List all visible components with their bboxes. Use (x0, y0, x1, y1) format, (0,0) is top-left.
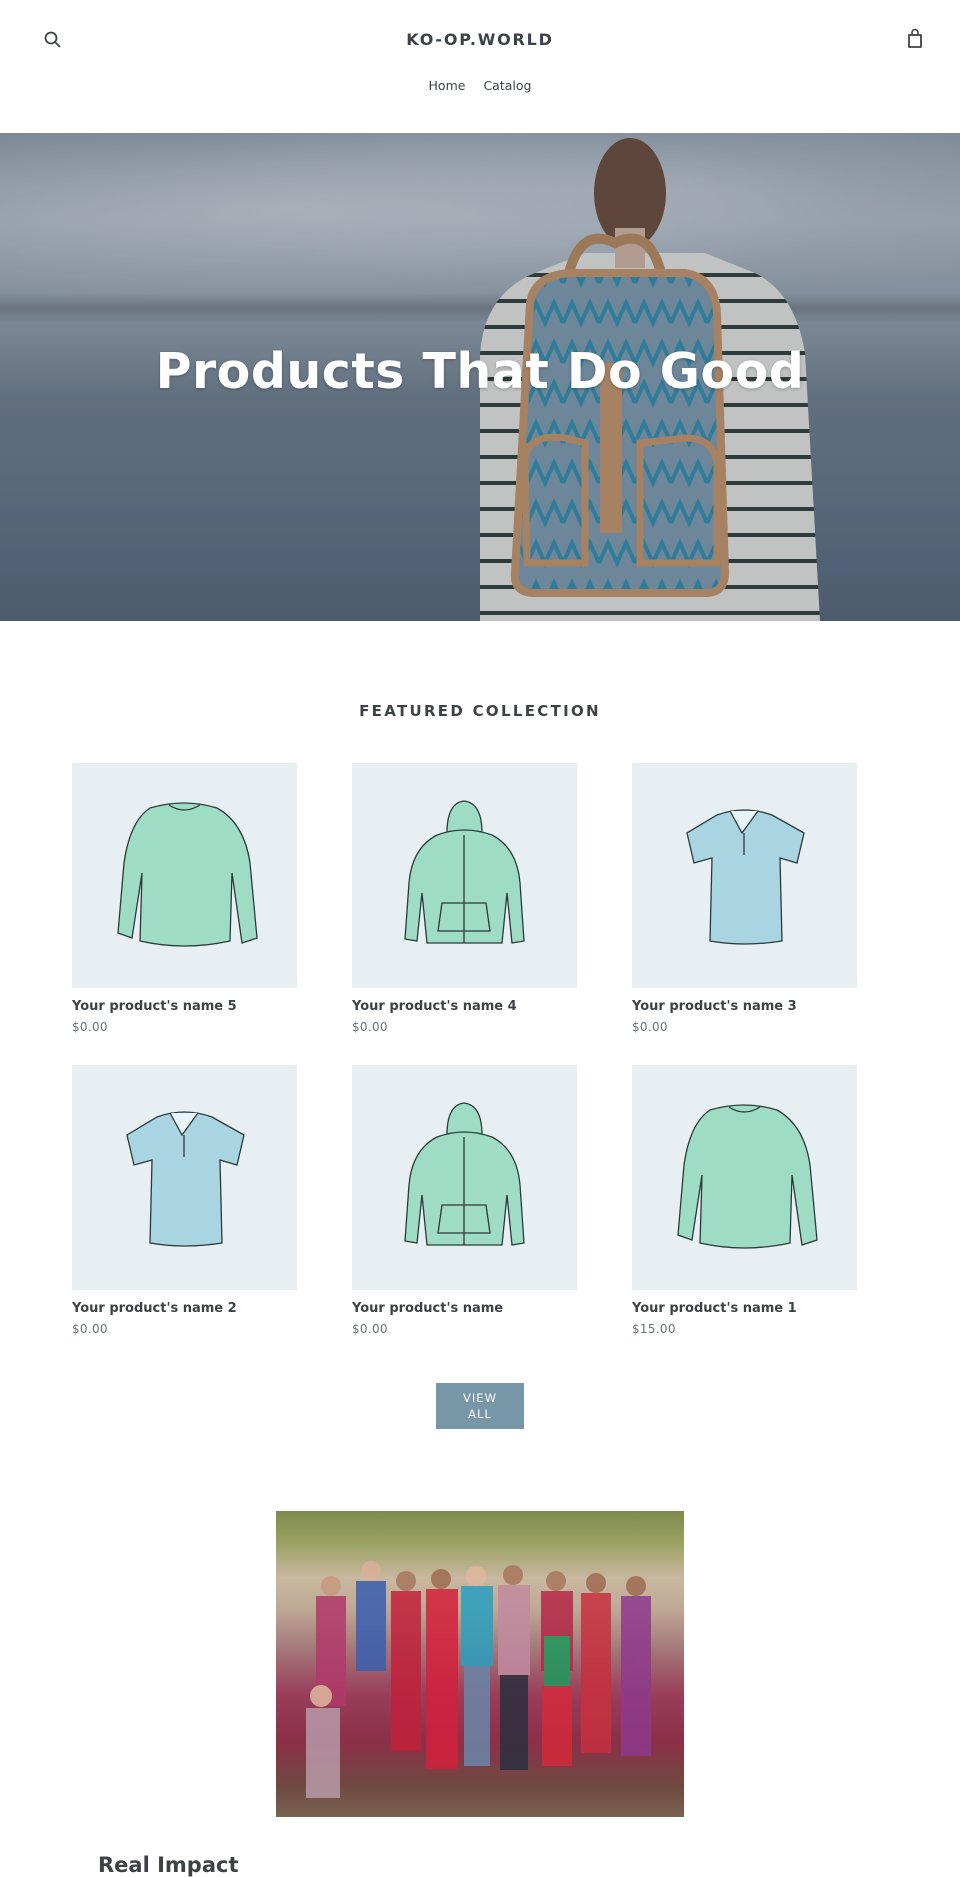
view-all-button[interactable]: VIEW ALL (436, 1383, 524, 1429)
product-image (632, 763, 857, 988)
product-price: $0.00 (72, 1322, 108, 1336)
product-card[interactable]: Your product's name 2 $0.00 (72, 1065, 297, 1336)
product-name[interactable]: Your product's name 3 (632, 999, 857, 1014)
hoodie-illustration (404, 800, 525, 944)
product-card[interactable]: Your product's name 4 $0.00 (352, 763, 577, 1034)
view-all-label-line1: VIEW (463, 1391, 497, 1405)
product-price: $0.00 (352, 1020, 388, 1034)
product-price: $0.00 (72, 1020, 108, 1034)
hero-banner: Products That Do Good (0, 133, 960, 621)
product-price: $15.00 (632, 1322, 676, 1336)
product-image (72, 763, 297, 988)
hoodie-illustration (404, 1102, 525, 1246)
view-all-label-line2: ALL (468, 1407, 492, 1421)
product-name[interactable]: Your product's name 5 (72, 999, 297, 1014)
polo-shirt-illustration (126, 1111, 245, 1247)
long-sleeve-shirt-illustration (677, 1104, 818, 1249)
product-name[interactable]: Your product's name 2 (72, 1301, 297, 1316)
product-name[interactable]: Your product's name (352, 1301, 577, 1316)
product-card[interactable]: Your product's name 5 $0.00 (72, 763, 297, 1034)
product-name[interactable]: Your product's name 1 (632, 1301, 857, 1316)
product-card[interactable]: Your product's name $0.00 (352, 1065, 577, 1336)
featured-collection-title: FEATURED COLLECTION (359, 702, 601, 720)
group-photo-figures (306, 1561, 651, 1798)
product-price: $0.00 (632, 1020, 668, 1034)
product-image (72, 1065, 297, 1290)
nav-home[interactable]: Home (429, 78, 466, 93)
product-image (352, 763, 577, 988)
impact-title: Real Impact (98, 1853, 239, 1877)
main-nav: Home Catalog (0, 78, 960, 93)
cart-button[interactable] (905, 28, 925, 50)
site-logo[interactable]: KO-OP.WORLD (0, 30, 960, 49)
product-image (632, 1065, 857, 1290)
impact-group-photo (276, 1511, 684, 1817)
hero-title: Products That Do Good (155, 343, 805, 400)
product-image (352, 1065, 577, 1290)
polo-shirt-illustration (686, 809, 805, 945)
site-header: KO-OP.WORLD Home Catalog (0, 0, 960, 133)
product-card[interactable]: Your product's name 3 $0.00 (632, 763, 857, 1034)
product-card[interactable]: Your product's name 1 $15.00 (632, 1065, 857, 1336)
long-sleeve-shirt-illustration (117, 802, 258, 947)
shopping-bag-icon (908, 28, 922, 48)
product-name[interactable]: Your product's name 4 (352, 999, 577, 1014)
product-price: $0.00 (352, 1322, 388, 1336)
nav-catalog[interactable]: Catalog (483, 78, 531, 93)
